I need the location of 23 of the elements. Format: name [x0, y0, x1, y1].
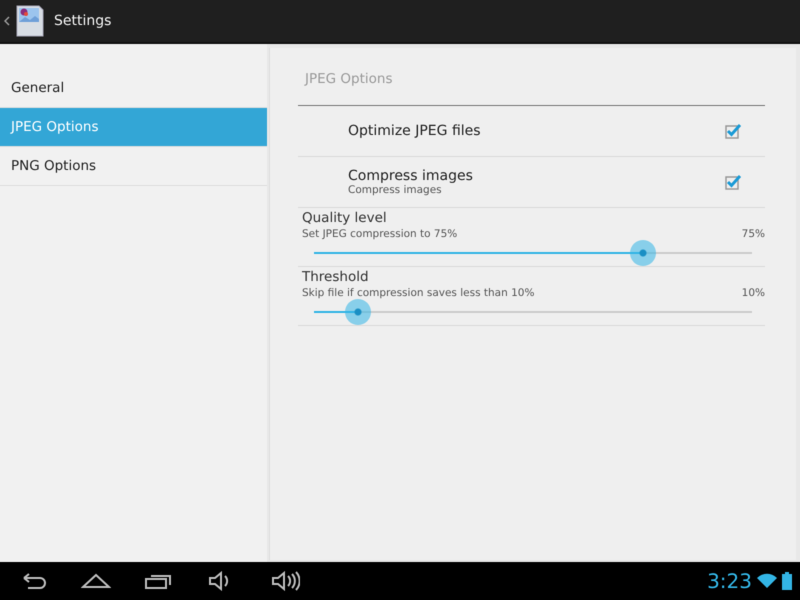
clock-time: 3:23 [707, 569, 752, 593]
back-icon[interactable] [4, 16, 10, 26]
slider-thumb[interactable] [344, 299, 371, 325]
sidebar-item[interactable]: PNG Options [0, 147, 267, 186]
preference-title: Quality level [301, 209, 388, 226]
preference-summary: Compress images [348, 184, 443, 196]
preference-title: Compress images [348, 168, 473, 184]
home-icon[interactable] [81, 571, 111, 591]
section-heading: JPEG Options [298, 48, 765, 106]
window-title: Settings [54, 13, 112, 29]
preference-summary: Skip file if compression saves less than 10% [302, 287, 534, 299]
slider-reading: 10% [742, 287, 765, 299]
checkbox[interactable] [725, 123, 741, 139]
preference-title: Threshold [301, 268, 370, 285]
wifi-icon [757, 573, 777, 589]
volume-up-icon[interactable] [270, 571, 300, 591]
app-icon[interactable] [16, 5, 44, 37]
checkbox[interactable] [725, 174, 741, 190]
preference-summary: Set JPEG compression to 75% [302, 228, 458, 240]
battery-icon [782, 572, 792, 590]
slider-thumb[interactable] [630, 240, 656, 266]
preference-title: Optimize JPEG files [348, 123, 481, 139]
slider-reading: 75% [742, 228, 765, 240]
